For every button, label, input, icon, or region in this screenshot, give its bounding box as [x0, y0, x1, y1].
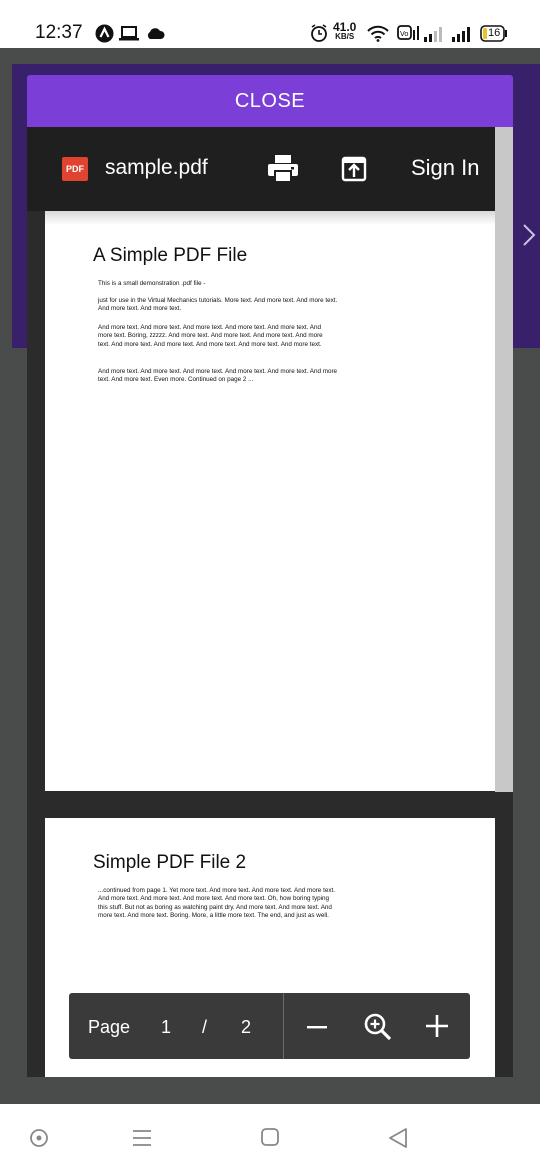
sign-in-link[interactable]: Sign In: [411, 155, 480, 181]
back-icon[interactable]: [388, 1127, 408, 1154]
network-speed: 41.0 KB/S: [333, 20, 357, 42]
wifi-icon: [367, 25, 389, 47]
current-page-input[interactable]: 1: [161, 1017, 171, 1038]
viewer-scrollbar[interactable]: [495, 127, 513, 792]
total-pages: 2: [241, 1017, 252, 1037]
viewer-toolbar: PDF sample.pdf Sign In: [27, 127, 513, 211]
page-1-paragraph: And more text. And more text. And more t…: [98, 324, 323, 348]
page-control-divider: [283, 993, 284, 1059]
laptop-icon: [119, 26, 139, 46]
system-nav-bar: [0, 1104, 540, 1170]
page-control: Page 1 / 2: [69, 993, 470, 1059]
page-1-title: A Simple PDF File: [93, 245, 248, 266]
svg-text:Vo: Vo: [400, 30, 409, 38]
status-bar: 12:37 41.0 KB/S Vo 16: [0, 0, 540, 48]
zoom-icon[interactable]: [363, 1012, 393, 1047]
zoom-out-icon[interactable]: [306, 1017, 328, 1042]
page-1-paragraph: And more text. And more text. And more t…: [98, 368, 338, 384]
alarm-icon: [310, 24, 328, 47]
page-1-paragraph: just for use in the Virtual Mechanics tu…: [98, 297, 338, 313]
speed-unit: KB/S: [335, 32, 355, 41]
recents-icon[interactable]: [132, 1128, 152, 1153]
signal-2-icon: [452, 26, 472, 47]
chevron-right-icon: [521, 222, 537, 253]
accessibility-a-icon: [95, 24, 114, 48]
speed-value: 41.0: [333, 20, 357, 34]
page-separator: /: [202, 1017, 208, 1037]
file-name: sample.pdf: [105, 156, 208, 179]
pdf-file-icon: PDF: [62, 157, 88, 181]
pdf-badge-label: PDF: [66, 164, 84, 174]
close-button-label: CLOSE: [234, 89, 306, 112]
assistant-dot-icon[interactable]: [29, 1128, 49, 1153]
volte-icon: Vo: [397, 24, 421, 47]
page-shadow: [45, 211, 495, 225]
page-label: Page: [88, 1017, 131, 1037]
home-icon[interactable]: [260, 1127, 280, 1152]
signal-1-icon: [424, 26, 444, 47]
page-2-title: Simple PDF File 2: [93, 852, 247, 873]
print-icon[interactable]: [267, 154, 299, 189]
battery-level: 16: [488, 27, 501, 39]
pdf-page-1: A Simple PDF File This is a small demons…: [45, 211, 495, 791]
status-time: 12:37: [35, 22, 83, 43]
cloud-icon: [146, 27, 165, 45]
page-1-paragraph: This is a small demonstration .pdf file …: [98, 280, 206, 287]
page-2-paragraph: ...continued from page 1. Yet more text.…: [98, 887, 335, 920]
open-external-icon[interactable]: [341, 156, 367, 187]
pdf-viewer: PDF sample.pdf Sign In A Simple PDF File…: [27, 127, 513, 1077]
close-button[interactable]: CLOSE: [27, 75, 513, 127]
zoom-in-icon[interactable]: [425, 1014, 449, 1043]
